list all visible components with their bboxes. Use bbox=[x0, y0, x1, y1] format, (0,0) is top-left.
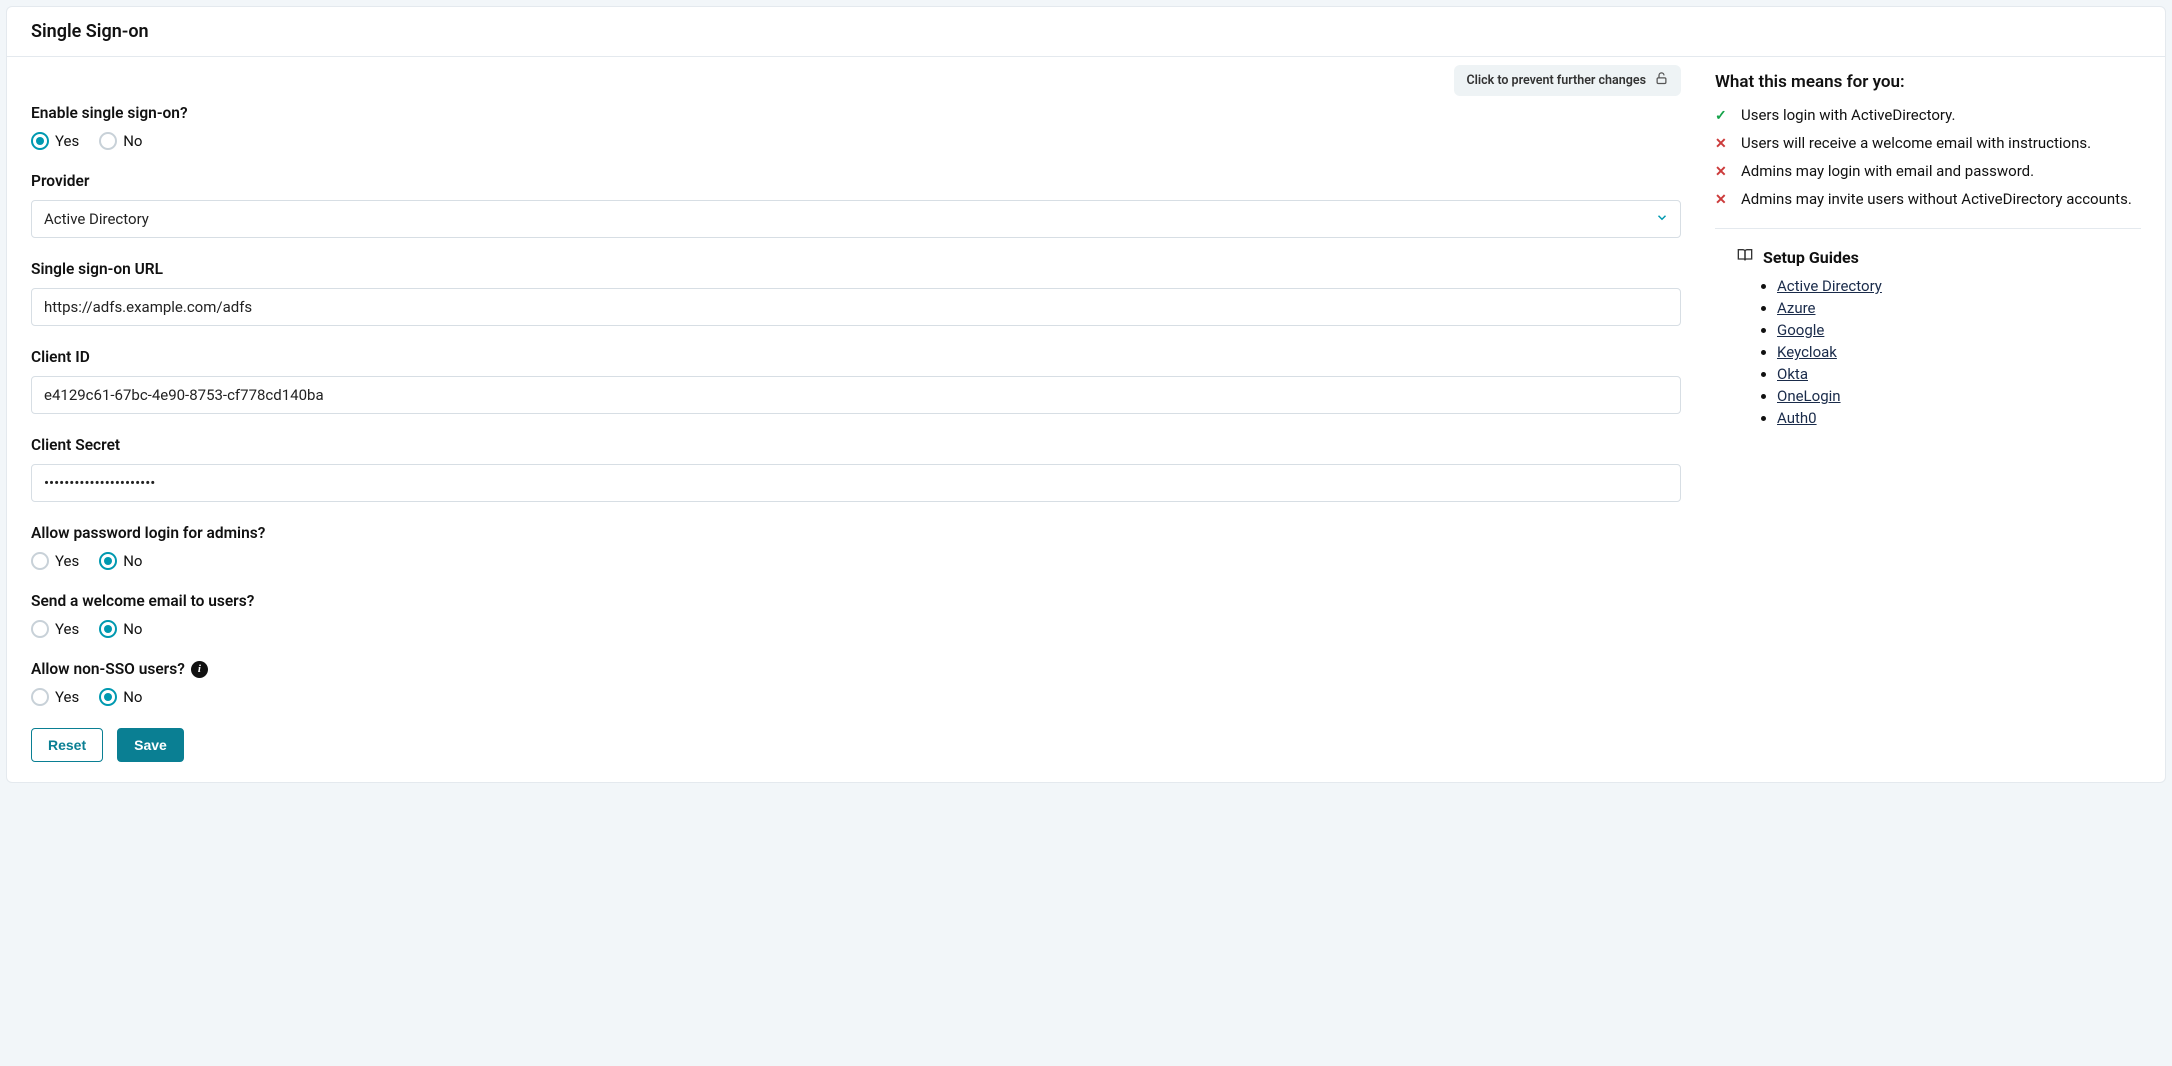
guide-link[interactable]: OneLogin bbox=[1777, 387, 1841, 405]
means-item: ✓ Users login with ActiveDirectory. bbox=[1715, 106, 2141, 126]
non-sso-group: Allow non-SSO users? i Yes No bbox=[31, 660, 1681, 706]
setup-guides-list: Active Directory Azure Google Keycloak Okta O… bbox=[1715, 277, 2141, 427]
radio-icon bbox=[99, 552, 117, 570]
enable-sso-label: Enable single sign-on? bbox=[31, 104, 1681, 122]
provider-select[interactable]: Active Directory bbox=[31, 200, 1681, 238]
unlock-icon bbox=[1654, 71, 1669, 90]
sso-url-group: Single sign-on URL bbox=[31, 260, 1681, 326]
client-id-group: Client ID bbox=[31, 348, 1681, 414]
guide-link[interactable]: Auth0 bbox=[1777, 409, 1817, 427]
form-column: Click to prevent further changes Enable … bbox=[7, 57, 1705, 782]
card-title: Single Sign-on bbox=[7, 7, 2165, 57]
radio-icon bbox=[99, 688, 117, 706]
non-sso-no[interactable]: No bbox=[99, 688, 142, 706]
radio-icon bbox=[99, 620, 117, 638]
welcome-email-yes[interactable]: Yes bbox=[31, 620, 79, 638]
means-item-text: Users will receive a welcome email with … bbox=[1741, 134, 2091, 152]
welcome-email-no[interactable]: No bbox=[99, 620, 142, 638]
welcome-email-label: Send a welcome email to users? bbox=[31, 592, 1681, 610]
means-item-text: Admins may invite users without ActiveDi… bbox=[1741, 190, 2132, 208]
lock-changes-pill[interactable]: Click to prevent further changes bbox=[1454, 65, 1681, 96]
check-icon: ✓ bbox=[1715, 106, 1729, 126]
client-id-input[interactable] bbox=[31, 376, 1681, 414]
info-icon[interactable]: i bbox=[191, 661, 208, 678]
guide-link[interactable]: Okta bbox=[1777, 365, 1808, 383]
admin-password-group: Allow password login for admins? Yes No bbox=[31, 524, 1681, 570]
guide-link[interactable]: Google bbox=[1777, 321, 1824, 339]
radio-icon bbox=[31, 132, 49, 150]
x-icon: ✕ bbox=[1715, 134, 1729, 154]
guide-link[interactable]: Azure bbox=[1777, 299, 1815, 317]
radio-icon bbox=[31, 688, 49, 706]
provider-label: Provider bbox=[31, 172, 1681, 190]
radio-icon bbox=[31, 620, 49, 638]
guide-item: Azure bbox=[1777, 299, 2141, 317]
sso-settings-card: Single Sign-on Click to prevent further … bbox=[6, 6, 2166, 783]
means-item: ✕ Users will receive a welcome email with… bbox=[1715, 134, 2141, 154]
lock-changes-label: Click to prevent further changes bbox=[1466, 73, 1646, 88]
reset-button[interactable]: Reset bbox=[31, 728, 103, 762]
guide-item: OneLogin bbox=[1777, 387, 2141, 405]
means-heading: What this means for you: bbox=[1715, 72, 2141, 92]
client-secret-group: Client Secret bbox=[31, 436, 1681, 502]
guide-item: Active Directory bbox=[1777, 277, 2141, 295]
welcome-email-group: Send a welcome email to users? Yes No bbox=[31, 592, 1681, 638]
x-icon: ✕ bbox=[1715, 190, 1729, 210]
enable-sso-yes[interactable]: Yes bbox=[31, 132, 79, 150]
admin-password-no[interactable]: No bbox=[99, 552, 142, 570]
setup-guides-heading: Setup Guides bbox=[1737, 247, 2141, 267]
sso-url-input[interactable] bbox=[31, 288, 1681, 326]
guide-item: Google bbox=[1777, 321, 2141, 339]
radio-icon bbox=[99, 132, 117, 150]
admin-password-yes[interactable]: Yes bbox=[31, 552, 79, 570]
info-column: What this means for you: ✓ Users login wi… bbox=[1705, 57, 2165, 782]
non-sso-yes[interactable]: Yes bbox=[31, 688, 79, 706]
means-item: ✕ Admins may login with email and passwor… bbox=[1715, 162, 2141, 182]
enable-sso-no[interactable]: No bbox=[99, 132, 142, 150]
guide-link[interactable]: Active Directory bbox=[1777, 277, 1882, 295]
means-item: ✕ Admins may invite users without ActiveD… bbox=[1715, 190, 2141, 210]
guide-item: Okta bbox=[1777, 365, 2141, 383]
x-icon: ✕ bbox=[1715, 162, 1729, 182]
means-list: ✓ Users login with ActiveDirectory. ✕ Users… bbox=[1715, 106, 2141, 210]
save-button[interactable]: Save bbox=[117, 728, 184, 762]
guide-link[interactable]: Keycloak bbox=[1777, 343, 1837, 361]
enable-sso-group: Enable single sign-on? Yes No bbox=[31, 104, 1681, 150]
client-secret-label: Client Secret bbox=[31, 436, 1681, 454]
book-icon bbox=[1737, 247, 1753, 267]
means-item-text: Users login with ActiveDirectory. bbox=[1741, 106, 1955, 124]
guide-item: Keycloak bbox=[1777, 343, 2141, 361]
divider bbox=[1715, 228, 2141, 229]
client-id-label: Client ID bbox=[31, 348, 1681, 366]
non-sso-label: Allow non-SSO users? bbox=[31, 660, 185, 678]
client-secret-input[interactable] bbox=[31, 464, 1681, 502]
radio-icon bbox=[31, 552, 49, 570]
admin-password-label: Allow password login for admins? bbox=[31, 524, 1681, 542]
provider-group: Provider Active Directory bbox=[31, 172, 1681, 238]
sso-url-label: Single sign-on URL bbox=[31, 260, 1681, 278]
guide-item: Auth0 bbox=[1777, 409, 2141, 427]
means-item-text: Admins may login with email and password… bbox=[1741, 162, 2034, 180]
